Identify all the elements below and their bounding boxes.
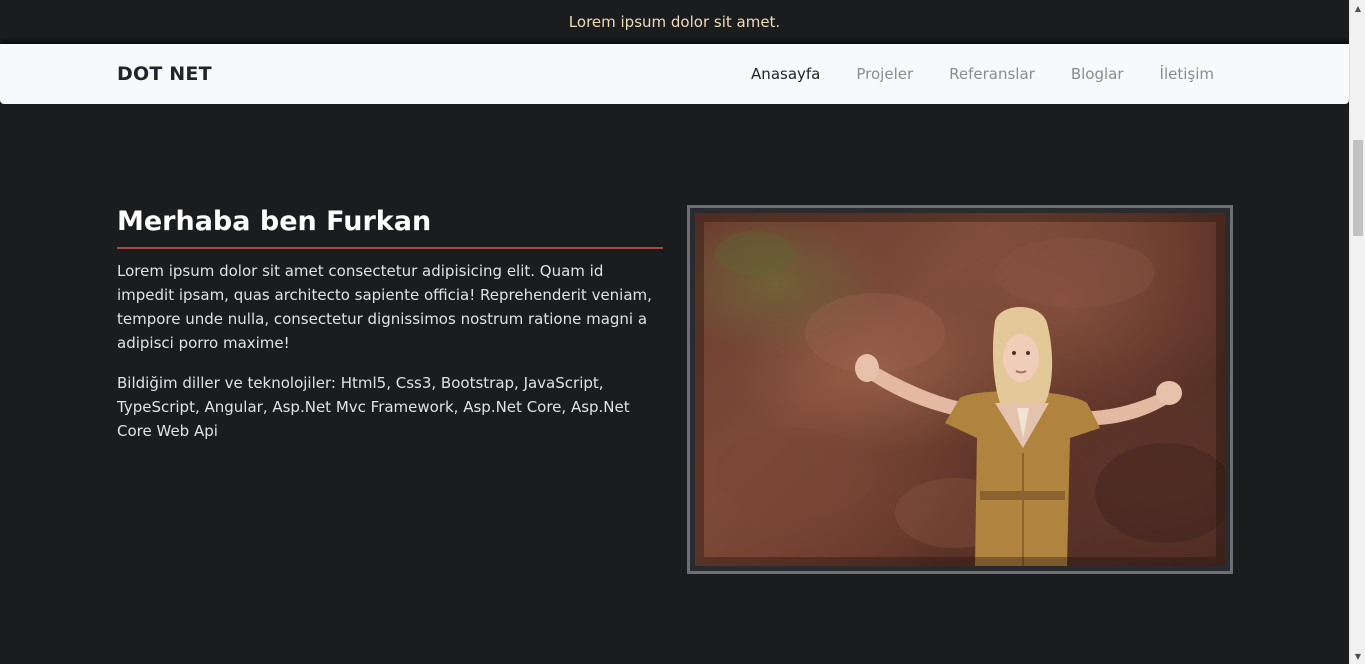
nav-item-bloglar[interactable]: Bloglar bbox=[1071, 65, 1124, 83]
announcement-text: Lorem ipsum dolor sit amet. bbox=[568, 13, 781, 31]
page-scrollbar[interactable]: ▲ ▼ bbox=[1349, 0, 1365, 664]
announcement-bar: Lorem ipsum dolor sit amet. bbox=[0, 0, 1349, 44]
nav-item-anasayfa[interactable]: Anasayfa bbox=[751, 65, 820, 83]
scrollbar-thumb[interactable] bbox=[1353, 140, 1363, 236]
title-divider bbox=[117, 247, 663, 249]
nav-menu: Anasayfa Projeler Referanslar Bloglar İl… bbox=[715, 44, 1214, 104]
hero-title: Merhaba ben Furkan bbox=[117, 206, 432, 237]
scroll-down-arrow-icon[interactable]: ▼ bbox=[1350, 648, 1365, 664]
profile-photo bbox=[695, 213, 1225, 566]
hero-paragraph-intro: Lorem ipsum dolor sit amet consectetur a… bbox=[117, 262, 652, 352]
profile-photo-frame bbox=[687, 205, 1233, 574]
navbar: DOT NET Anasayfa Projeler Referanslar Bl… bbox=[0, 44, 1349, 104]
nav-item-projeler[interactable]: Projeler bbox=[856, 65, 913, 83]
page: Lorem ipsum dolor sit amet. DOT NET Anas… bbox=[0, 0, 1365, 664]
nav-item-referanslar[interactable]: Referanslar bbox=[949, 65, 1035, 83]
nav-item-iletisim[interactable]: İletişim bbox=[1160, 65, 1214, 83]
brand-logo[interactable]: DOT NET bbox=[117, 44, 212, 104]
portrait-illustration bbox=[695, 213, 1225, 566]
hero-paragraph-skills: Bildiğim diller ve teknolojiler: Html5, … bbox=[117, 374, 630, 440]
scroll-up-arrow-icon[interactable]: ▲ bbox=[1350, 0, 1365, 16]
